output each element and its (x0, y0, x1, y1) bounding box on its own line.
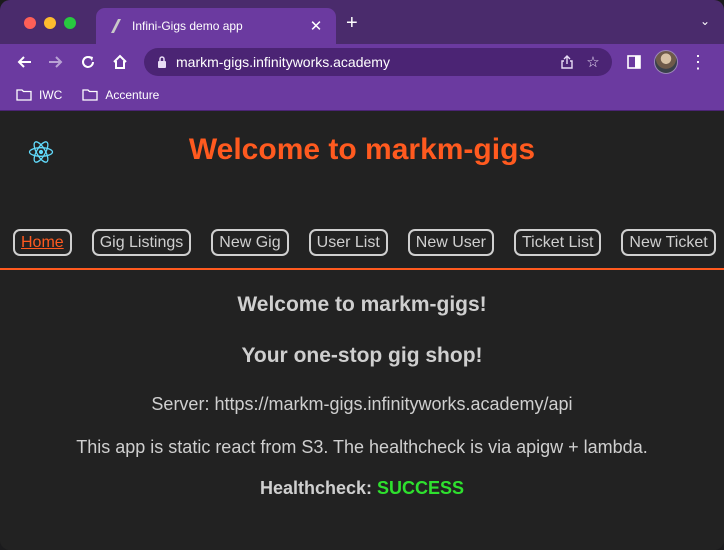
folder-icon (82, 89, 98, 101)
main-nav: Home Gig Listings New Gig User List New … (13, 229, 716, 256)
description-text: This app is static react from S3. The he… (76, 437, 648, 457)
nav-home-button[interactable]: Home (13, 229, 72, 256)
menu-kebab-icon[interactable]: ⋮ (684, 48, 712, 76)
nav-divider (0, 268, 724, 270)
bookmark-label: Accenture (105, 88, 160, 102)
bookmark-star-icon[interactable]: ☆ (580, 53, 606, 71)
minimize-window-button[interactable] (44, 17, 56, 29)
share-icon[interactable] (554, 55, 580, 69)
window-controls (24, 17, 76, 29)
address-bar[interactable]: markm-gigs.infinityworks.academy ☆ (144, 48, 612, 76)
tab-active[interactable]: Infini-Gigs demo app ✕ (96, 8, 336, 44)
home-content: Welcome to markm-gigs! Your one-stop gig… (0, 293, 724, 499)
folder-icon (16, 89, 32, 101)
page-content: Welcome to markm-gigs Home Gig Listings … (0, 111, 724, 550)
browser-toolbar: markm-gigs.infinityworks.academy ☆ ⋮ (0, 44, 724, 80)
browser-window: Infini-Gigs demo app ✕ + ⌄ markm-gigs.in… (0, 0, 724, 550)
toolbar-right: ⋮ (620, 48, 712, 76)
reload-icon[interactable] (74, 48, 102, 76)
nav-ticket-list-button[interactable]: Ticket List (514, 229, 602, 256)
favicon-icon (108, 18, 124, 34)
profile-avatar[interactable] (654, 50, 678, 74)
nav-new-gig-button[interactable]: New Gig (211, 229, 289, 256)
bookmarks-bar: IWC Accenture (0, 80, 724, 111)
maximize-window-button[interactable] (64, 17, 76, 29)
url-text[interactable]: markm-gigs.infinityworks.academy (176, 54, 554, 70)
nav-user-list-button[interactable]: User List (308, 229, 388, 256)
side-panel-icon[interactable] (620, 48, 648, 76)
back-icon[interactable] (10, 48, 38, 76)
tab-title: Infini-Gigs demo app (132, 19, 243, 33)
healthcheck-status: SUCCESS (377, 478, 465, 498)
page-title-text: Welcome to markm-gigs (188, 133, 536, 166)
server-text: Server: https://markm-gigs.infinityworks… (151, 394, 573, 414)
tab-strip: Infini-Gigs demo app ✕ + ⌄ (0, 0, 724, 44)
bookmark-folder-accenture[interactable]: Accenture (82, 88, 159, 102)
new-tab-button[interactable]: + (346, 13, 358, 33)
tab-close-icon[interactable]: ✕ (304, 17, 328, 35)
bookmark-folder-iwc[interactable]: IWC (16, 88, 62, 102)
home-icon[interactable] (106, 48, 134, 76)
page-title: Welcome to markm-gigs (0, 133, 724, 167)
nav-gig-listings-button[interactable]: Gig Listings (91, 229, 192, 256)
nav-new-ticket-button[interactable]: New Ticket (621, 229, 716, 256)
tagline-heading: Your one-stop gig shop! (241, 344, 483, 367)
lock-icon[interactable] (157, 56, 167, 68)
healthcheck-label: Healthcheck: (259, 478, 372, 498)
healthcheck-row: Healthcheck: SUCCESS (0, 478, 724, 499)
close-window-button[interactable] (24, 17, 36, 29)
welcome-heading: Welcome to markm-gigs! (237, 293, 487, 316)
forward-icon[interactable] (42, 48, 70, 76)
nav-new-user-button[interactable]: New User (407, 229, 494, 256)
bookmark-label: IWC (39, 88, 63, 102)
tab-search-chevron-icon[interactable]: ⌄ (700, 14, 710, 28)
